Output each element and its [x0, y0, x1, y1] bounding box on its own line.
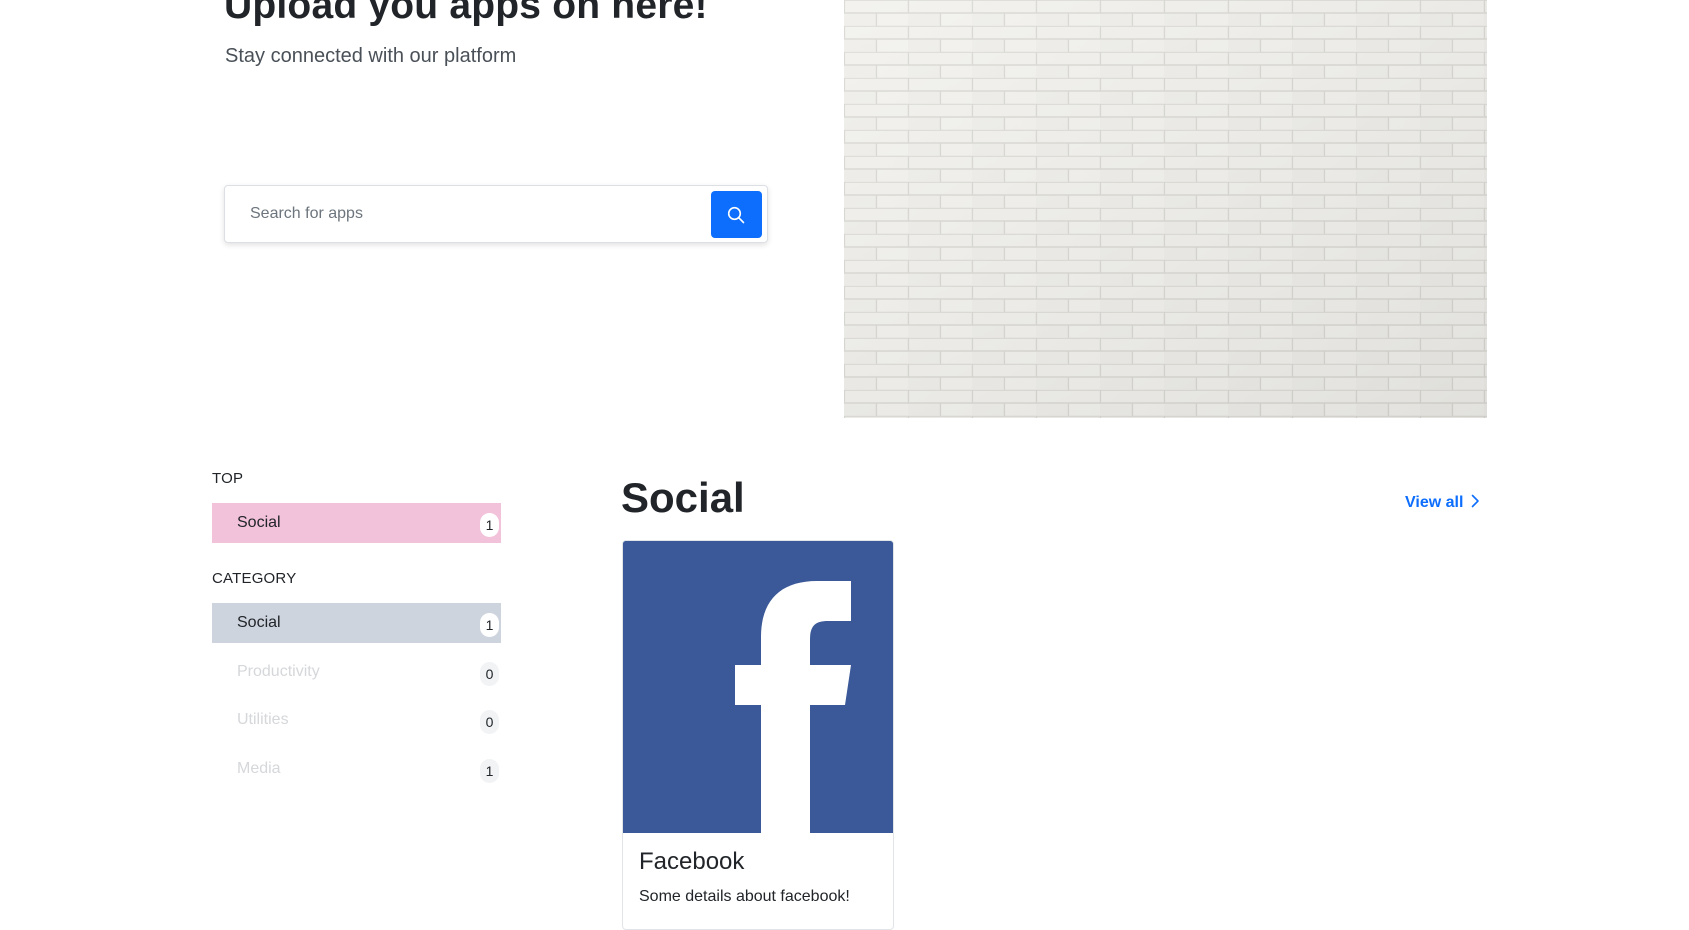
section-title: Social — [621, 474, 745, 521]
sidebar-category-item-utilities[interactable]: Utilities 0 — [212, 700, 501, 740]
search-icon — [727, 206, 745, 224]
sidebar-top-item-social[interactable]: Social 1 — [212, 503, 501, 543]
hero-title: Upload you apps on here! — [224, 0, 708, 27]
app-name: Facebook — [639, 848, 745, 875]
sidebar-category-item-productivity[interactable]: Productivity 0 — [212, 652, 501, 692]
sidebar-item-label: Media — [237, 760, 281, 777]
sidebar-item-label: Utilities — [237, 711, 289, 728]
search-bar — [224, 185, 768, 243]
sidebar-top-heading: TOP — [212, 470, 244, 487]
search-button[interactable] — [711, 191, 762, 238]
app-card-facebook[interactable]: Facebook Some details about facebook! — [622, 540, 894, 930]
count-badge: 0 — [480, 710, 499, 734]
view-all-link[interactable]: View all — [1405, 494, 1480, 512]
search-input[interactable] — [226, 187, 706, 241]
count-badge: 1 — [480, 613, 499, 637]
app-description: Some details about facebook! — [639, 888, 850, 905]
sidebar-item-label: Productivity — [237, 663, 320, 680]
count-badge: 1 — [480, 759, 499, 783]
chevron-right-icon — [1472, 494, 1480, 508]
view-all-label: View all — [1405, 494, 1464, 511]
hero-subtitle: Stay connected with our platform — [225, 45, 517, 67]
count-badge: 0 — [480, 662, 499, 686]
sidebar-category-item-social[interactable]: Social 1 — [212, 603, 501, 643]
hero-image-brick-wall — [844, 0, 1487, 418]
sidebar-item-label: Social — [237, 514, 281, 531]
sidebar-item-label: Social — [237, 614, 281, 631]
facebook-logo-icon — [623, 541, 893, 833]
sidebar-category-item-media[interactable]: Media 1 — [212, 749, 501, 789]
app-thumbnail — [623, 541, 893, 833]
sidebar-category-heading: CATEGORY — [212, 570, 297, 587]
count-badge: 1 — [480, 513, 499, 537]
